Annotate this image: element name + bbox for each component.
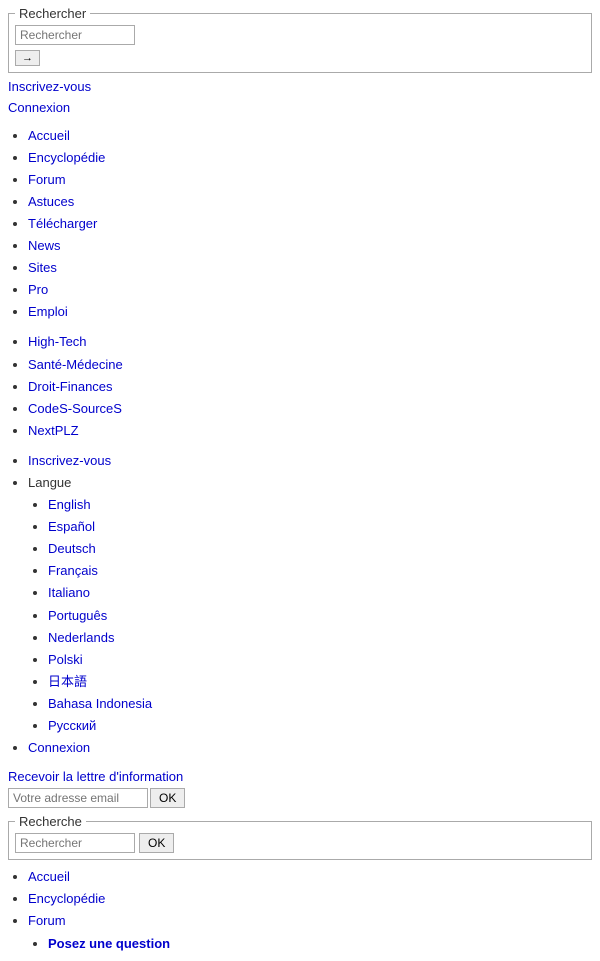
nav-sites[interactable]: Sites (28, 260, 57, 275)
email-input[interactable] (8, 788, 148, 808)
list-item: Inscrivez-vous (28, 450, 592, 472)
list-item: English (48, 494, 592, 516)
lang-bahasa[interactable]: Bahasa Indonesia (48, 696, 152, 711)
lang-francais[interactable]: Français (48, 563, 98, 578)
top-links: Inscrivez-vous Connexion (8, 77, 592, 119)
login-link-2[interactable]: Connexion (28, 740, 90, 755)
list-item: Português (48, 605, 592, 627)
lang-japanese[interactable]: 日本語 (48, 674, 87, 689)
bottom-search-input[interactable] (15, 833, 135, 853)
main-nav: Accueil Encyclopédie Forum Astuces Téléc… (8, 125, 592, 760)
lang-deutsch[interactable]: Deutsch (48, 541, 96, 556)
bottom-search-button[interactable]: OK (139, 833, 174, 853)
pose-question-link[interactable]: Posez une question (48, 936, 170, 951)
top-search-input[interactable] (15, 25, 135, 45)
list-item: Encyclopédie (28, 147, 592, 169)
list-item: Posez une question (48, 933, 592, 955)
top-search-legend: Rechercher (15, 6, 90, 21)
list-item: Français (48, 560, 592, 582)
lang-nederlands[interactable]: Nederlands (48, 630, 115, 645)
bottom-nav-accueil[interactable]: Accueil (28, 869, 70, 884)
nav-group-2: High-Tech Santé-Médecine Droit-Finances … (8, 331, 592, 441)
nav-news[interactable]: News (28, 238, 61, 253)
list-item: Sites (28, 257, 592, 279)
nav-pro[interactable]: Pro (28, 282, 48, 297)
list-item: 日本語 (48, 671, 592, 693)
nav-astuces[interactable]: Astuces (28, 194, 74, 209)
bottom-search-legend: Recherche (15, 814, 86, 829)
list-item: Connexion (28, 737, 592, 759)
list-item: High-Tech (28, 331, 592, 353)
search-row: OK (15, 833, 585, 853)
list-item: Droit-Finances (28, 376, 592, 398)
login-link[interactable]: Connexion (8, 98, 592, 119)
nav-accueil[interactable]: Accueil (28, 128, 70, 143)
list-item: Accueil (28, 125, 592, 147)
list-item: Pro (28, 279, 592, 301)
bottom-nav: Accueil Encyclopédie Forum Posez une que… (8, 866, 592, 954)
list-item: Español (48, 516, 592, 538)
nav-forum[interactable]: Forum (28, 172, 66, 187)
list-item: Santé-Médecine (28, 354, 592, 376)
list-item: Polski (48, 649, 592, 671)
list-item: Télécharger (28, 213, 592, 235)
newsletter-link[interactable]: Recevoir la lettre d'information (8, 769, 592, 784)
nav-group-1: Accueil Encyclopédie Forum Astuces Téléc… (8, 125, 592, 324)
nav-emploi[interactable]: Emploi (28, 304, 68, 319)
list-item: Italiano (48, 582, 592, 604)
nav-list-1: Accueil Encyclopédie Forum Astuces Téléc… (8, 125, 592, 324)
lang-espanol[interactable]: Español (48, 519, 95, 534)
list-item: Astuces (28, 191, 592, 213)
register-link-2[interactable]: Inscrivez-vous (28, 453, 111, 468)
register-link[interactable]: Inscrivez-vous (8, 77, 592, 98)
lang-russian[interactable]: Русский (48, 718, 96, 733)
list-item: Forum Posez une question (28, 910, 592, 954)
list-item: Forum (28, 169, 592, 191)
nav-list-2: High-Tech Santé-Médecine Droit-Finances … (8, 331, 592, 441)
nav-encyclopedie[interactable]: Encyclopédie (28, 150, 105, 165)
email-ok-button[interactable]: OK (150, 788, 185, 808)
nav-codes[interactable]: CodeS-SourceS (28, 401, 122, 416)
list-item: Русский (48, 715, 592, 737)
bottom-nav-encyclopedie[interactable]: Encyclopédie (28, 891, 105, 906)
list-item: NextPLZ (28, 420, 592, 442)
langue-label: Langue (28, 475, 71, 490)
list-item: Accueil (28, 866, 592, 888)
nav-hightech[interactable]: High-Tech (28, 334, 87, 349)
list-item: Emploi (28, 301, 592, 323)
email-form: OK (8, 788, 592, 808)
nav-sante[interactable]: Santé-Médecine (28, 357, 123, 372)
nav-nextplz[interactable]: NextPLZ (28, 423, 79, 438)
bottom-nav-list: Accueil Encyclopédie Forum Posez une que… (8, 866, 592, 954)
bottom-search-fieldset: Recherche OK (8, 814, 592, 860)
lang-polski[interactable]: Polski (48, 652, 83, 667)
bottom-nav-forum[interactable]: Forum (28, 913, 66, 928)
bottom-nav-forum-sub: Posez une question (28, 933, 592, 955)
nav-telecharger[interactable]: Télécharger (28, 216, 97, 231)
lang-english[interactable]: English (48, 497, 91, 512)
language-list: English Español Deutsch Français Italian… (28, 494, 592, 737)
lang-portugues[interactable]: Português (48, 608, 107, 623)
nav-list-3: Inscrivez-vous Langue English Español De… (8, 450, 592, 759)
lang-italiano[interactable]: Italiano (48, 585, 90, 600)
nav-group-3: Inscrivez-vous Langue English Español De… (8, 450, 592, 759)
top-search-button[interactable]: → (15, 50, 40, 66)
list-item: News (28, 235, 592, 257)
nav-droit[interactable]: Droit-Finances (28, 379, 113, 394)
list-item: Bahasa Indonesia (48, 693, 592, 715)
list-item: Encyclopédie (28, 888, 592, 910)
top-search-fieldset: Rechercher → (8, 6, 592, 73)
list-item: Langue English Español Deutsch Français … (28, 472, 592, 737)
list-item: Nederlands (48, 627, 592, 649)
list-item: CodeS-SourceS (28, 398, 592, 420)
footer-section: Recevoir la lettre d'information OK Rech… (8, 769, 592, 860)
list-item: Deutsch (48, 538, 592, 560)
